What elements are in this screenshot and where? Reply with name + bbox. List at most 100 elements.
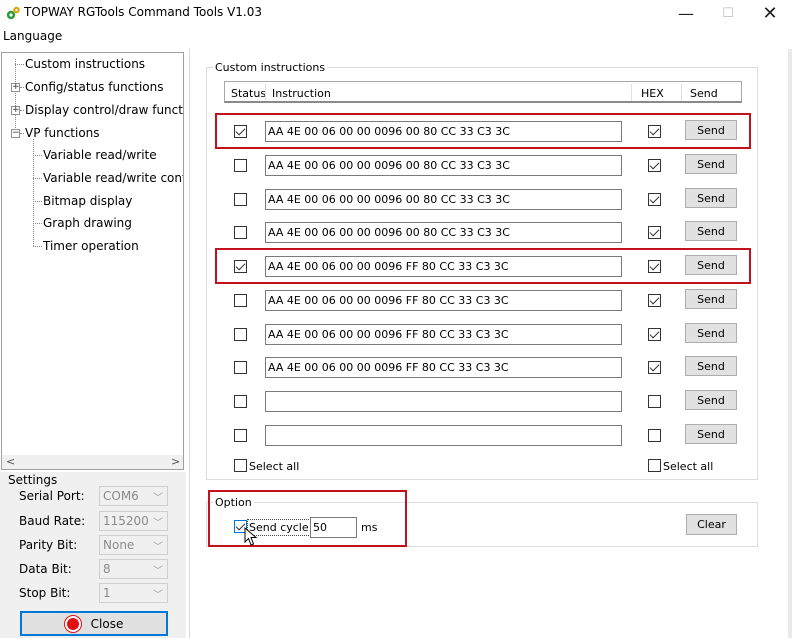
row-instruction-input[interactable]: AA 4E 00 06 00 00 0096 00 80 CC 33 C3 3C bbox=[265, 155, 622, 176]
highlight-box-row-5 bbox=[215, 248, 751, 284]
title-bar: TOPWAY RGTools Command Tools V1.03 — ☐ ✕ bbox=[0, 0, 792, 26]
tree-connector bbox=[33, 155, 42, 156]
data-bit-value: 8 bbox=[103, 562, 111, 576]
row-instruction-input[interactable] bbox=[265, 391, 622, 412]
tree-item-variable-rw[interactable]: Variable read/write bbox=[43, 148, 157, 162]
tree-item-graph-drawing[interactable]: Graph drawing bbox=[43, 216, 132, 230]
minimize-button[interactable]: — bbox=[664, 0, 708, 26]
function-tree[interactable]: + + − Custom instructions Config/status … bbox=[1, 52, 184, 455]
instruction-table-header: Status Instruction HEX Send bbox=[224, 81, 742, 103]
tree-item-config-status[interactable]: Config/status functions bbox=[25, 80, 164, 94]
close-port-label: Close bbox=[90, 616, 124, 631]
close-port-button[interactable]: Close bbox=[20, 611, 168, 636]
tree-item-custom-instructions[interactable]: Custom instructions bbox=[25, 57, 145, 71]
row-send-button[interactable]: Send bbox=[685, 154, 737, 174]
tree-connector bbox=[33, 246, 42, 247]
row-instruction-input[interactable] bbox=[265, 425, 622, 446]
collapse-icon[interactable]: − bbox=[11, 129, 20, 138]
row-hex-checkbox[interactable] bbox=[648, 328, 661, 341]
row-status-checkbox[interactable] bbox=[234, 328, 247, 341]
row-status-checkbox[interactable] bbox=[234, 193, 247, 206]
header-instruction: Instruction bbox=[272, 87, 331, 100]
mouse-pointer-icon bbox=[244, 527, 258, 546]
row-hex-checkbox[interactable] bbox=[648, 361, 661, 374]
header-hex: HEX bbox=[641, 87, 664, 100]
serial-port-select[interactable]: COM6 ﹀ bbox=[99, 486, 168, 506]
row-hex-checkbox[interactable] bbox=[648, 395, 661, 408]
serial-port-label: Serial Port: bbox=[19, 489, 85, 503]
menu-bar: Language bbox=[0, 27, 792, 47]
chevron-down-icon: ﹀ bbox=[153, 518, 163, 529]
tree-item-display-control[interactable]: Display control/draw functions bbox=[25, 103, 183, 117]
row-status-checkbox[interactable] bbox=[234, 395, 247, 408]
column-divider bbox=[631, 84, 632, 101]
row-send-button[interactable]: Send bbox=[685, 390, 737, 410]
row-status-checkbox[interactable] bbox=[234, 429, 247, 442]
chevron-down-icon: ﹀ bbox=[153, 566, 163, 577]
expand-icon[interactable]: + bbox=[11, 83, 20, 92]
row-send-button[interactable]: Send bbox=[685, 221, 737, 241]
settings-title: Settings bbox=[8, 473, 58, 487]
row-send-button[interactable]: Send bbox=[685, 424, 737, 444]
row-instruction-input[interactable]: AA 4E 00 06 00 00 0096 FF 80 CC 33 C3 3C bbox=[265, 357, 622, 378]
row-send-button[interactable]: Send bbox=[685, 323, 737, 343]
stop-bit-select[interactable]: 1 ﹀ bbox=[99, 583, 168, 603]
scroll-left-icon[interactable]: < bbox=[6, 455, 15, 468]
panel-edge bbox=[788, 49, 792, 638]
column-divider bbox=[265, 84, 266, 101]
select-all-status-checkbox[interactable] bbox=[234, 459, 247, 472]
tree-item-variable-rw-continuous[interactable]: Variable read/write continu bbox=[43, 171, 183, 185]
clear-button[interactable]: Clear bbox=[686, 514, 737, 535]
row-hex-checkbox[interactable] bbox=[648, 226, 661, 239]
highlight-box-row-1 bbox=[215, 113, 751, 149]
chevron-down-icon: ﹀ bbox=[153, 542, 163, 553]
header-status: Status bbox=[231, 87, 267, 100]
scroll-right-icon[interactable]: > bbox=[171, 455, 180, 468]
row-instruction-input[interactable]: AA 4E 00 06 00 00 0096 00 80 CC 33 C3 3C bbox=[265, 189, 622, 210]
tree-connector bbox=[20, 87, 24, 88]
expand-icon[interactable]: + bbox=[11, 106, 20, 115]
row-send-button[interactable]: Send bbox=[685, 356, 737, 376]
data-bit-select[interactable]: 8 ﹀ bbox=[99, 559, 168, 579]
row-hex-checkbox[interactable] bbox=[648, 159, 661, 172]
custom-instructions-title: Custom instructions bbox=[213, 61, 328, 74]
chevron-down-icon: ﹀ bbox=[153, 493, 163, 504]
app-gear-icon bbox=[6, 6, 20, 20]
tree-item-bitmap-display[interactable]: Bitmap display bbox=[43, 194, 132, 208]
tree-connector bbox=[15, 59, 16, 134]
stop-bit-label: Stop Bit: bbox=[19, 586, 71, 600]
select-all-status-label[interactable]: Select all bbox=[249, 460, 299, 473]
select-all-hex-label[interactable]: Select all bbox=[663, 460, 713, 473]
menu-language[interactable]: Language bbox=[3, 29, 62, 43]
row-status-checkbox[interactable] bbox=[234, 294, 247, 307]
row-hex-checkbox[interactable] bbox=[648, 429, 661, 442]
close-window-button[interactable]: ✕ bbox=[748, 0, 792, 26]
parity-bit-select[interactable]: None ﹀ bbox=[99, 535, 168, 555]
maximize-button[interactable]: ☐ bbox=[706, 0, 750, 26]
row-status-checkbox[interactable] bbox=[234, 226, 247, 239]
row-send-button[interactable]: Send bbox=[685, 289, 737, 309]
row-hex-checkbox[interactable] bbox=[648, 193, 661, 206]
row-instruction-input[interactable]: AA 4E 00 06 00 00 0096 00 80 CC 33 C3 3C bbox=[265, 222, 622, 243]
highlight-box-option bbox=[208, 490, 407, 547]
tree-item-vp-functions[interactable]: VP functions bbox=[25, 126, 100, 140]
select-all-hex-checkbox[interactable] bbox=[648, 459, 661, 472]
tree-connector bbox=[33, 223, 42, 224]
tree-connector bbox=[33, 178, 42, 179]
row-hex-checkbox[interactable] bbox=[648, 294, 661, 307]
row-instruction-input[interactable]: AA 4E 00 06 00 00 0096 FF 80 CC 33 C3 3C bbox=[265, 290, 622, 311]
row-send-button[interactable]: Send bbox=[685, 188, 737, 208]
parity-bit-value: None bbox=[103, 538, 135, 552]
baud-rate-select[interactable]: 115200 ﹀ bbox=[99, 511, 168, 531]
tree-item-timer-operation[interactable]: Timer operation bbox=[43, 239, 139, 253]
port-status-indicator-icon bbox=[64, 615, 81, 632]
row-status-checkbox[interactable] bbox=[234, 361, 247, 374]
tree-connector bbox=[20, 110, 24, 111]
parity-bit-label: Parity Bit: bbox=[19, 538, 78, 552]
tree-connector bbox=[20, 133, 24, 134]
baud-rate-label: Baud Rate: bbox=[19, 514, 86, 528]
data-bit-label: Data Bit: bbox=[19, 562, 72, 576]
row-status-checkbox[interactable] bbox=[234, 159, 247, 172]
tree-horizontal-scrollbar[interactable]: < > bbox=[1, 455, 184, 470]
row-instruction-input[interactable]: AA 4E 00 06 00 00 0096 FF 80 CC 33 C3 3C bbox=[265, 324, 622, 345]
